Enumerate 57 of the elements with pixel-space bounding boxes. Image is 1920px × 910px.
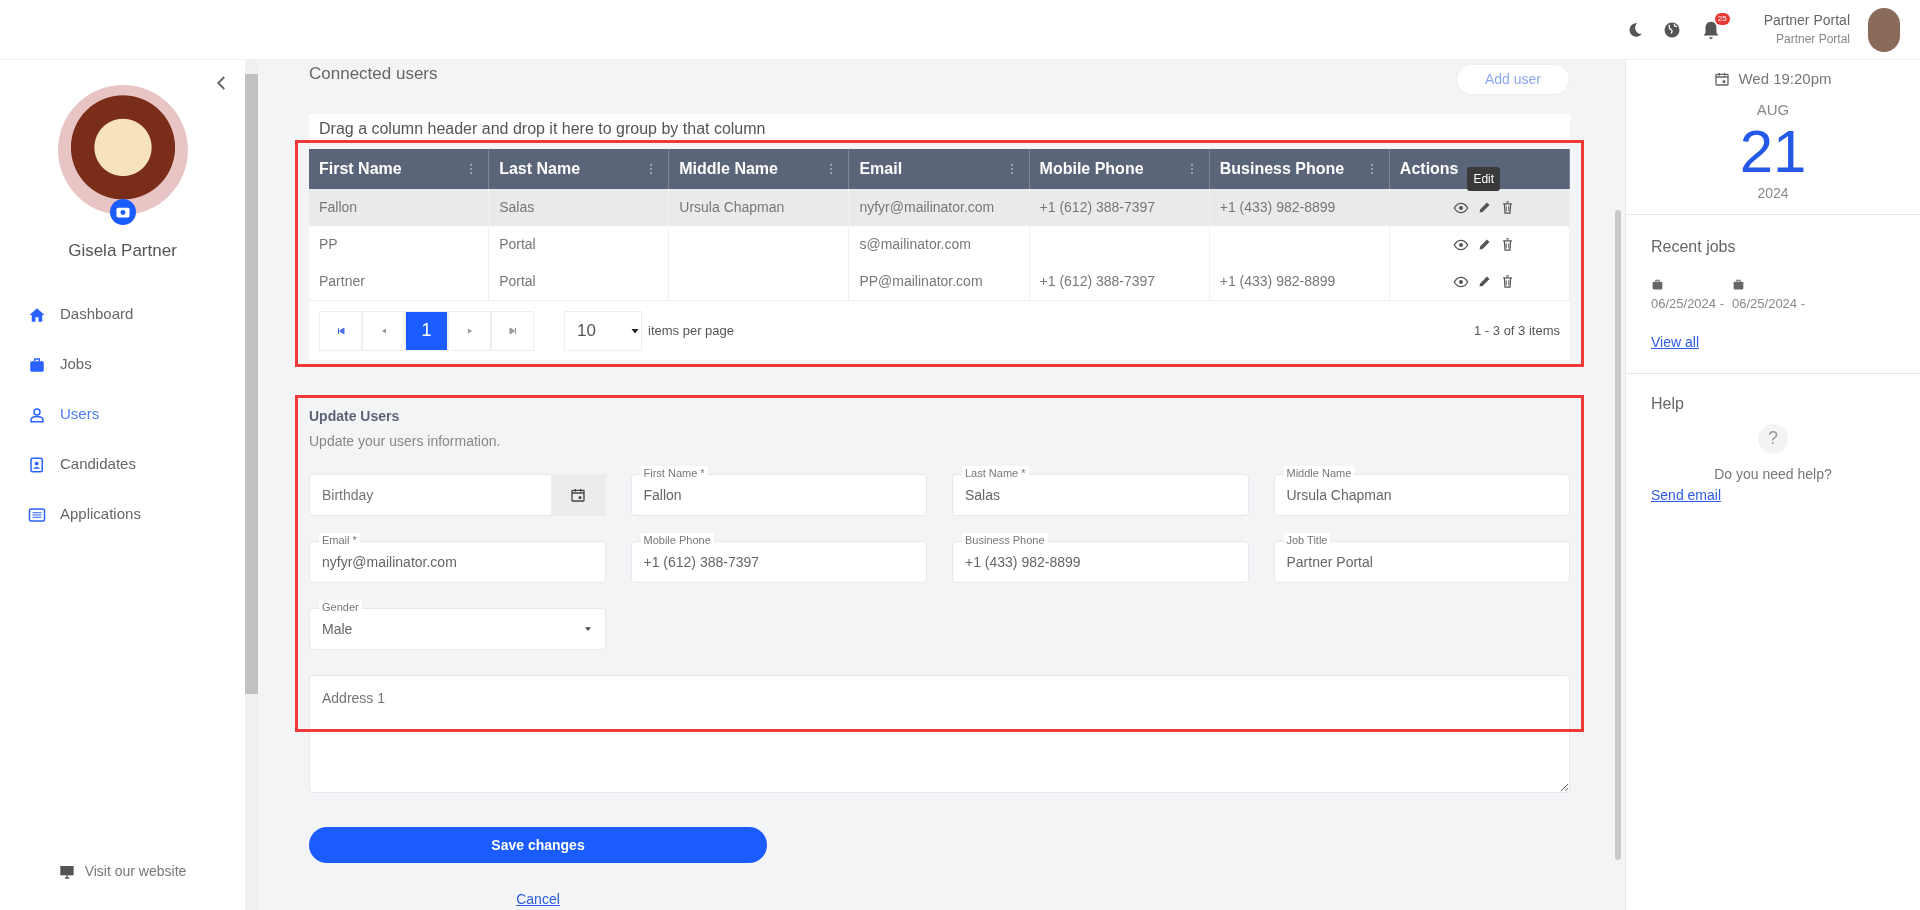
tooltip: Edit [1467, 167, 1501, 191]
user-name: Partner Portal [1763, 10, 1850, 30]
field-label: Job Title [1283, 533, 1331, 547]
cancel-link[interactable]: Cancel [516, 891, 560, 907]
website-link[interactable]: Visit our website [0, 861, 245, 882]
form-title: Update Users [309, 407, 401, 426]
send-email-link[interactable]: Send email [1651, 486, 1722, 503]
form-subtitle: Update your users information. [309, 432, 502, 451]
sidebar-item[interactable]: Applications [0, 489, 245, 540]
address-field[interactable]: Address 1 [309, 675, 1570, 793]
field-label: Middle Name [1283, 466, 1355, 480]
section-title: Recent jobs [1651, 237, 1737, 257]
calendar-button[interactable] [550, 474, 606, 516]
calendar-icon [1714, 71, 1731, 88]
save-button[interactable]: Save changes [309, 827, 767, 863]
field-label: Mobile Phone [640, 533, 714, 547]
sidebar-item[interactable]: Candidates [0, 439, 245, 490]
pager-summary: 1 - 3 of 3 items [1474, 321, 1560, 340]
field-label: First Name * [640, 466, 708, 480]
user-icon [28, 405, 46, 424]
year: 2024 [1756, 184, 1790, 203]
page-button[interactable]: 1 [405, 310, 448, 351]
camera-icon[interactable] [109, 199, 136, 225]
help-question: Do you need help? [1713, 464, 1833, 484]
avatar-placeholder[interactable] [1868, 7, 1900, 52]
field-label: Gender [319, 600, 362, 614]
briefcase-icon [1732, 277, 1745, 291]
birthday-field[interactable]: Birthday [309, 474, 552, 516]
day-number: 21 [1738, 121, 1808, 183]
job-date[interactable]: 06/25/2024 - [1732, 294, 1806, 314]
contact-card-icon [28, 455, 46, 474]
last-page-icon [506, 324, 519, 337]
section-title: Connected users [309, 63, 438, 86]
view-all-link[interactable]: View all [1651, 331, 1699, 353]
sidebar-item[interactable]: Dashboard [0, 289, 245, 340]
calendar-icon [570, 487, 586, 503]
field-label: Last Name * [962, 466, 1029, 480]
scrollbar-thumb[interactable] [1615, 210, 1621, 860]
sidebar-item[interactable]: Jobs [0, 339, 245, 390]
monitor-icon [58, 863, 75, 880]
briefcase-icon [28, 355, 46, 374]
notification-badge: 25 [1714, 12, 1730, 25]
user-name: Gisela Partner [67, 240, 178, 262]
job-date[interactable]: 06/25/2024 - [1651, 294, 1724, 314]
page-size-label: items per page [648, 321, 734, 340]
sidebar-item[interactable]: Users [0, 389, 245, 440]
page-size-select[interactable]: 10 [564, 310, 642, 351]
weekday-time: Wed 19:20pm [1738, 69, 1832, 89]
briefcase-icon [1651, 277, 1664, 291]
scrollbar-thumb[interactable] [245, 74, 258, 694]
user-role: Partner Portal [1774, 30, 1850, 48]
help-icon: ? [1758, 423, 1788, 454]
list-icon [28, 505, 46, 524]
field-label: Email * [319, 533, 360, 547]
section-title: Help [1651, 393, 1685, 414]
month: AUG [1755, 99, 1791, 120]
field-label: Business Phone [962, 533, 1048, 547]
